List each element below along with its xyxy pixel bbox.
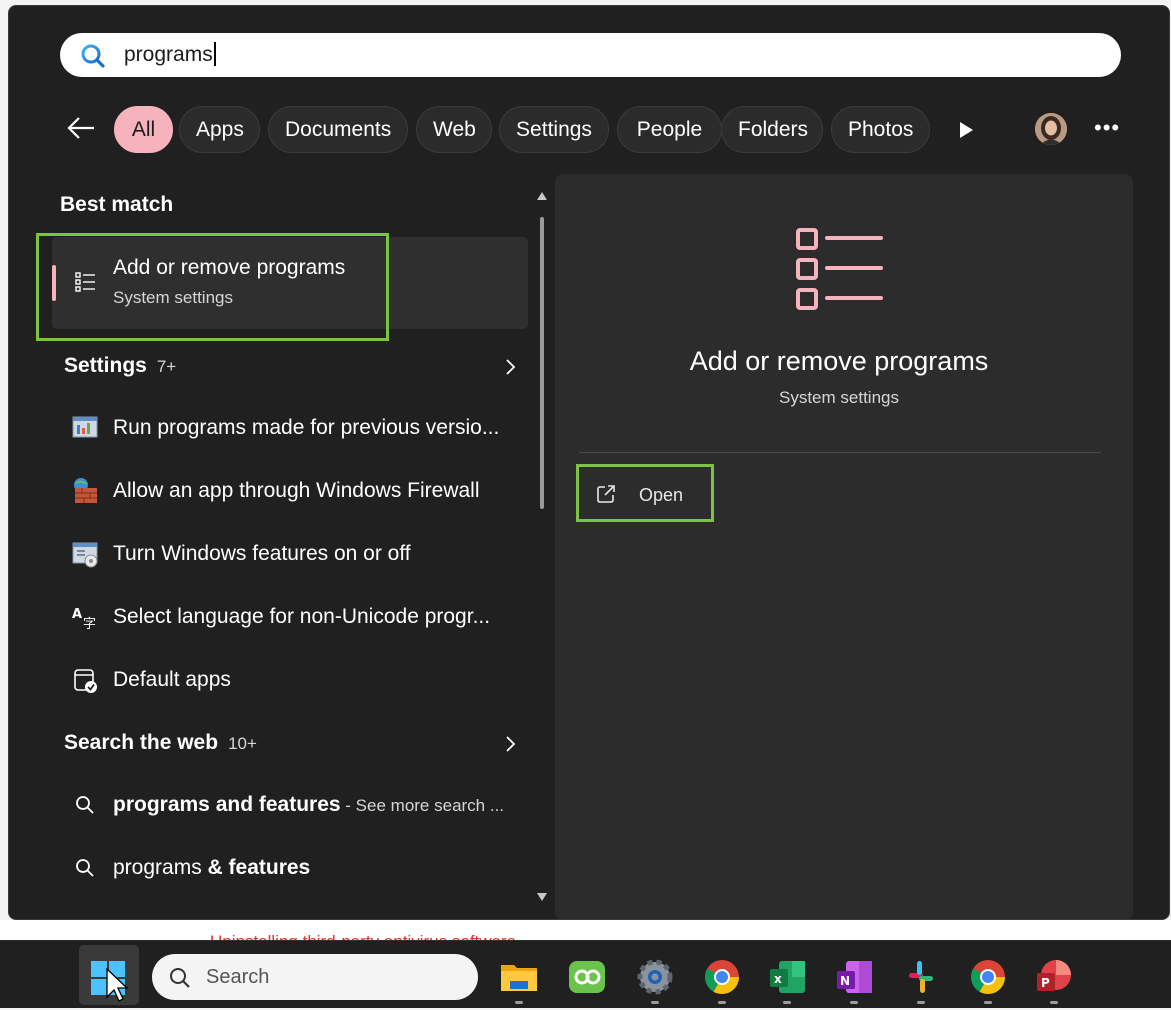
taskbar: Search x N P [0,940,1171,1008]
search-icon [81,44,105,68]
excel-icon[interactable]: x [767,957,807,997]
web-result[interactable]: programs and features - See more search … [52,778,528,832]
chrome-icon[interactable] [968,957,1008,997]
running-indicator [917,1001,925,1004]
settings-result-label: Turn Windows features on or off [113,542,411,565]
search-icon [170,968,190,988]
filter-photos[interactable]: Photos [831,106,930,153]
running-indicator [515,1001,523,1004]
settings-count: 7+ [156,357,177,376]
settings-result-language[interactable]: A 字 Select language for non-Unicode prog… [52,590,528,644]
detail-title: Add or remove programs [689,346,989,376]
web-result-label: programs & features [113,841,533,895]
filter-web[interactable]: Web [416,106,492,153]
taskbar-search-box[interactable]: Search [152,954,478,1000]
svg-text:x: x [774,972,782,986]
search-input[interactable]: programs [124,33,216,77]
avatar[interactable] [1035,113,1067,145]
firewall-icon [74,478,97,503]
settings-result-label: Default apps [113,668,231,691]
file-explorer-icon[interactable] [499,957,539,997]
scroll-up-arrow-icon[interactable] [536,190,548,202]
list-settings-icon [796,228,883,310]
best-match-heading: Best match [60,193,174,216]
open-button[interactable]: Open [579,468,709,522]
running-indicator [718,1001,726,1004]
detail-pane: Add or remove programs System settings O… [555,174,1133,919]
slack-icon[interactable] [901,957,941,997]
filter-apps[interactable]: Apps [179,106,260,153]
background-page-text: Uninstalling third-party antivirus softw… [210,932,516,940]
open-button-label: Open [639,485,684,505]
search-panel: programs All Apps Documents Web Settings… [8,5,1170,920]
taskbar-search-placeholder: Search [206,966,270,988]
web-count: 10+ [228,734,257,753]
web-result-suffix: - See more search ... [340,796,505,815]
compatibility-icon [72,416,98,438]
scroll-down-arrow-icon[interactable] [536,891,548,903]
best-match-title: Add or remove programs [113,256,346,279]
filter-all[interactable]: All [114,106,173,153]
windows-features-icon [72,542,98,568]
windows-logo-icon [91,961,129,1002]
web-result-label: programs and features - See more search … [113,778,533,832]
settings-result-default-apps[interactable]: Default apps [52,653,528,707]
user-photo-icon [1035,113,1067,145]
filter-folders[interactable]: Folders [721,106,823,153]
filter-people[interactable]: People [617,106,722,153]
pdf-reader-icon[interactable]: P [1034,957,1074,997]
default-apps-icon [74,669,97,693]
running-indicator [850,1001,858,1004]
settings-gear-icon[interactable] [635,957,675,997]
open-external-icon [597,485,615,503]
web-heading-label: Search the web [64,731,219,754]
chrome-icon[interactable] [702,957,742,997]
chevron-right-icon[interactable] [503,735,517,753]
svg-text:P: P [1041,976,1050,990]
list-settings-icon [75,272,95,292]
search-icon [76,859,94,877]
settings-result-compatibility[interactable]: Run programs made for previous versio... [52,401,528,455]
onenote-icon[interactable]: N [834,957,874,997]
web-heading[interactable]: Search the web 10+ [64,731,257,755]
settings-heading-label: Settings [64,354,147,377]
best-match-result[interactable]: Add or remove programs System settings [52,237,528,329]
filter-documents[interactable]: Documents [268,106,408,153]
search-icon [76,796,94,814]
scrollbar-thumb[interactable] [540,217,544,509]
search-box[interactable]: programs [60,33,1121,77]
more-options-icon[interactable]: ••• [1094,117,1120,139]
running-indicator [783,1001,791,1004]
selection-indicator [52,265,56,301]
back-arrow-icon[interactable] [65,114,97,142]
detail-subtitle: System settings [779,388,899,407]
running-indicator [984,1001,992,1004]
svg-text:A: A [72,607,82,622]
running-indicator [1050,1001,1058,1004]
settings-result-label: Allow an app through Windows Firewall [113,479,480,502]
start-button[interactable] [79,945,139,1005]
web-result[interactable]: programs & features [52,841,528,895]
divider [579,452,1101,453]
best-match-subtitle: System settings [113,288,233,307]
web-result-query: programs [113,856,202,879]
filter-settings[interactable]: Settings [499,106,609,153]
web-result-query: programs and features [113,793,341,816]
running-indicator [651,1001,659,1004]
play-arrow-icon[interactable] [956,120,976,140]
settings-result-features[interactable]: Turn Windows features on or off [52,527,528,581]
settings-heading[interactable]: Settings 7+ [64,354,176,378]
svg-text:字: 字 [83,617,96,632]
settings-result-label: Select language for non-Unicode progr... [113,605,491,628]
settings-result-label: Run programs made for previous versio... [113,416,500,439]
svg-text:N: N [840,974,850,988]
web-result-completion: & features [201,856,311,879]
settings-result-firewall[interactable]: Allow an app through Windows Firewall [52,464,528,518]
language-icon: A 字 [72,607,96,632]
chevron-right-icon[interactable] [503,358,517,376]
background-page: Uninstalling third-party antivirus softw… [0,920,1171,940]
clipchamp-icon[interactable] [567,957,607,997]
